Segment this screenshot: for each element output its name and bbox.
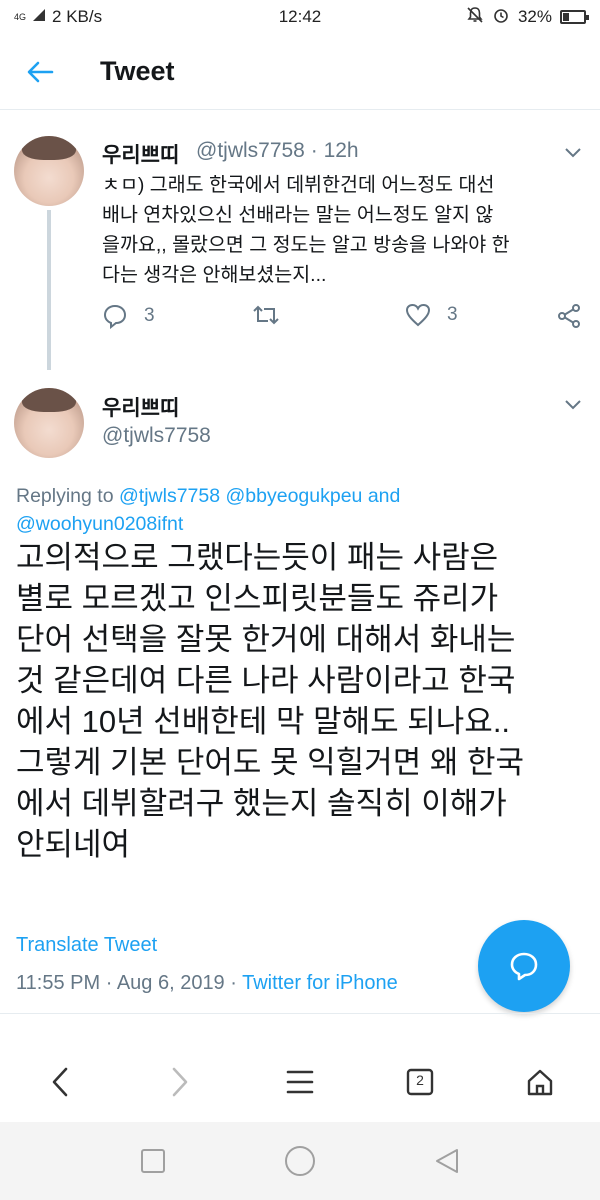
browser-menu-button[interactable] — [270, 1052, 330, 1112]
browser-back-button[interactable] — [30, 1052, 90, 1112]
meta-separator: · — [105, 972, 113, 994]
tweet-line: 고의적으로 그랬다는듯이 패는 사람은 — [16, 540, 499, 575]
meta-separator: · — [230, 972, 237, 994]
tweet-line: 에서 10년 선배한테 막 말해도 되나요.. — [16, 704, 511, 739]
back-system-button[interactable] — [417, 1131, 477, 1191]
reply-count: 3 — [144, 305, 155, 326]
tweet-line: 다는 생각은 안해보셨는지... — [102, 264, 327, 286]
mention-link[interactable]: @bbyeogukpeu — [226, 485, 363, 507]
reply-icon — [103, 304, 127, 329]
status-left: 4G 2 KB/s — [14, 7, 102, 27]
chevron-right-icon — [172, 1067, 188, 1097]
tweet-line: 배나 연차있으신 선배라는 말는 어느정도 알지 않 — [102, 204, 494, 226]
tweet-actions: 3 3 — [102, 303, 592, 339]
tweet-menu-button[interactable] — [562, 394, 584, 416]
tab-count: 2 — [416, 1072, 424, 1088]
tweet-menu-button[interactable] — [562, 142, 584, 164]
tweet-text: ㅊㅁ) 그래도 한국에서 데뷔한건데 어느정도 대선 배나 연차있으신 선배라는… — [102, 170, 592, 290]
home-icon — [527, 1069, 553, 1096]
tweet-timestamp: 11:55 PM — [16, 972, 101, 994]
tweet-line: 에서 데뷔할려구 했는지 솔직히 이해가 — [16, 786, 507, 821]
network-type: 4G — [14, 11, 27, 22]
tweet-time: 12h — [323, 139, 359, 162]
user-handle[interactable]: @tjwls7758 · 12h — [196, 139, 359, 163]
tweet-line: 을까요,, 몰랐으면 그 정도는 알고 방송을 나와야 한 — [102, 234, 510, 256]
chevron-down-icon — [565, 400, 581, 410]
battery-percent: 32% — [517, 7, 552, 26]
tweet-meta: 11:55 PM · Aug 6, 2019 · Twitter for iPh… — [16, 972, 398, 995]
tweet-line: 그렇게 기본 단어도 못 익힐거면 왜 한국 — [16, 745, 524, 780]
mute-bell-icon — [466, 6, 484, 29]
reply-bubble-icon — [510, 952, 538, 981]
browser-tabs-button[interactable]: 2 — [390, 1052, 450, 1112]
battery-fill — [563, 13, 570, 21]
battery-icon — [560, 10, 589, 24]
mention-link[interactable]: @tjwls7758 — [119, 485, 220, 507]
display-name[interactable]: 우리쁘띠 — [102, 392, 179, 422]
retweet-icon — [253, 305, 279, 325]
chevron-down-icon — [565, 148, 581, 158]
tweet-text: 고의적으로 그랬다는듯이 패는 사람은 별로 모르겠고 인스피릿분들도 쥬리가 … — [16, 537, 591, 865]
heart-icon — [405, 303, 431, 327]
triangle-back-icon — [435, 1149, 458, 1173]
circle-icon — [284, 1146, 315, 1176]
back-arrow-icon — [27, 61, 54, 82]
menu-icon — [286, 1070, 314, 1094]
tweet-source[interactable]: Twitter for iPhone — [242, 972, 398, 994]
mention-and: and — [367, 485, 401, 507]
status-bar: 4G 2 KB/s 12:42 32% — [0, 0, 600, 34]
avatar[interactable] — [14, 388, 84, 458]
share-icon — [558, 304, 580, 328]
replying-to: Replying to @tjwls7758 @bbyeogukpeu and … — [16, 482, 586, 538]
recents-button[interactable] — [123, 1131, 183, 1191]
tweet-line: 별로 모르겠고 인스피릿분들도 쥬리가 — [16, 581, 499, 616]
chevron-left-icon — [52, 1067, 68, 1097]
tweet-line: ㅊㅁ) 그래도 한국에서 데뷔한건데 어느정도 대선 — [102, 174, 495, 196]
app-header: Tweet — [0, 34, 600, 110]
divider — [0, 1013, 600, 1014]
page-title: Tweet — [100, 56, 175, 86]
display-name[interactable]: 우리쁘띠 — [102, 139, 179, 169]
signal-icon — [32, 7, 46, 27]
back-button[interactable] — [0, 34, 80, 110]
like-count: 3 — [447, 304, 458, 325]
compose-reply-button[interactable] — [478, 920, 570, 1012]
avatar[interactable] — [14, 136, 84, 206]
browser-forward-button[interactable] — [150, 1052, 210, 1112]
retweet-button[interactable] — [252, 303, 280, 327]
handle-text: @tjwls7758 — [196, 139, 305, 162]
share-button[interactable] — [556, 303, 582, 329]
home-system-button[interactable] — [270, 1131, 330, 1191]
user-handle[interactable]: @tjwls7758 — [102, 424, 211, 448]
browser-home-button[interactable] — [510, 1052, 570, 1112]
status-right: 32% — [466, 6, 589, 29]
tweet-date: Aug 6, 2019 — [116, 972, 225, 994]
like-button[interactable]: 3 — [405, 303, 458, 327]
alarm-icon — [492, 6, 510, 29]
tweet-line: 것 같은데여 다른 나라 사람이라고 한국 — [16, 663, 516, 698]
browser-toolbar: 2 — [0, 1042, 600, 1122]
mention-link[interactable]: @woohyun0208ifnt — [16, 513, 183, 535]
reply-button[interactable]: 3 — [102, 303, 155, 329]
tweet-line: 단어 선택을 잘못 한거에 대해서 화내는 — [16, 622, 516, 657]
tweet-line: 안되네여 — [16, 827, 131, 862]
system-nav-bar — [0, 1122, 600, 1200]
thread-line — [47, 210, 51, 370]
replying-to-label: Replying to — [16, 485, 114, 507]
square-icon — [141, 1149, 166, 1173]
meta-separator: · — [310, 139, 318, 162]
translate-tweet-link[interactable]: Translate Tweet — [16, 934, 157, 957]
network-speed: 2 KB/s — [52, 7, 103, 26]
